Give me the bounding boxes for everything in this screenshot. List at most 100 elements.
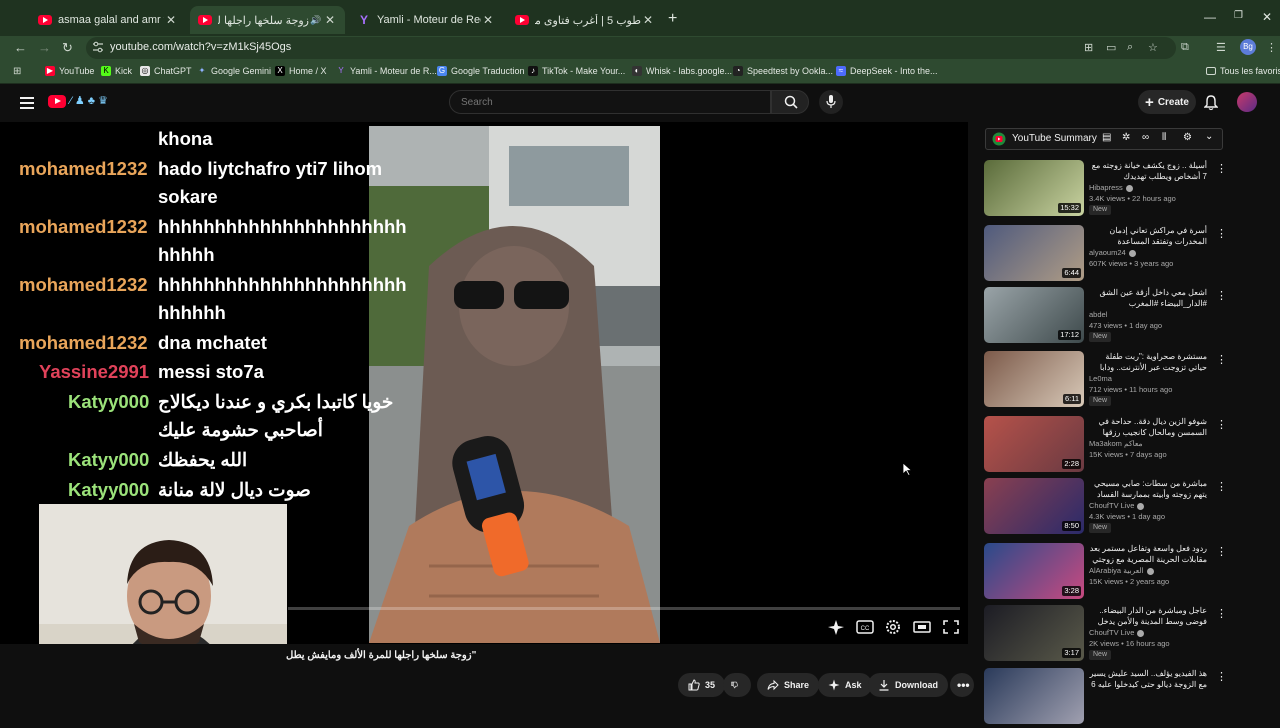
bookmark-youtube[interactable]: ▶ YouTube	[45, 66, 94, 76]
channel-name[interactable]: Hibapress	[1089, 183, 1133, 192]
theater-mode-icon[interactable]	[911, 618, 933, 636]
more-vertical-icon[interactable]: ⋮	[1216, 607, 1227, 620]
speaker-icon[interactable]: 🔊	[309, 15, 323, 26]
recommendation-item[interactable]: 2:28 شوفو الزين ديال دقة.. حداحة في السمس…	[984, 416, 1227, 476]
video-thumbnail[interactable]	[984, 668, 1084, 724]
video-thumbnail[interactable]: 3:17	[984, 605, 1084, 661]
settings-gear-icon[interactable]	[882, 618, 904, 636]
more-vertical-icon[interactable]: ⋮	[1216, 545, 1227, 558]
sparkle-icon[interactable]	[825, 618, 847, 636]
zoom-icon[interactable]: ⌕	[1127, 41, 1133, 54]
create-button[interactable]: + Create	[1138, 90, 1196, 114]
bookmark-whisk[interactable]: ◐ Whisk - labs.google...	[632, 66, 732, 76]
bookmark-star-icon[interactable]: ☆	[1148, 41, 1158, 54]
channel-name[interactable]: Ma3akom معاكم	[1089, 439, 1143, 448]
recommendation-title[interactable]: هذ الفيديو يؤلف.. السيد عليش يسير مع الز…	[1089, 668, 1207, 690]
recommendation-item[interactable]: 17:12 اشعل معي داخل أزقة عين الشق #الدار_…	[984, 287, 1227, 347]
profile-avatar[interactable]: Bg	[1240, 39, 1256, 55]
settings-gear-icon[interactable]: ⚙	[1183, 132, 1192, 143]
video-thumbnail[interactable]: 6:44	[984, 225, 1084, 281]
search-button[interactable]	[771, 90, 809, 114]
more-actions-button[interactable]: •••	[950, 673, 974, 697]
video-player[interactable]: khona mohamed1232 hado liytchafro yti7 l…	[0, 122, 968, 644]
fullscreen-icon[interactable]	[940, 618, 962, 636]
chevron-down-icon[interactable]: ⌄	[1205, 131, 1213, 142]
video-thumbnail[interactable]: 2:28	[984, 416, 1084, 472]
link-icon[interactable]: ∞	[1142, 132, 1149, 143]
channel-name[interactable]: alyaoum24	[1089, 248, 1136, 257]
recommendation-item[interactable]: 6:44 أسرة في مراكش تعاني إدمان المخدرات و…	[984, 225, 1227, 285]
browser-tab[interactable]: asmaa galal and amr youssef - ✕	[30, 6, 186, 34]
account-avatar[interactable]	[1237, 92, 1257, 112]
more-vertical-icon[interactable]: ⋮	[1216, 480, 1227, 493]
youtube-summary-extension-bar[interactable]: YouTube Summary ▤ ✲ ∞ ⫴ ⚙ ⌄	[985, 128, 1223, 150]
dislike-button[interactable]	[723, 673, 751, 697]
search-input[interactable]	[449, 90, 771, 114]
tab-search-icon[interactable]: ☰	[1216, 41, 1226, 54]
bookmark-google-translate[interactable]: G Google Traduction	[437, 66, 525, 76]
close-icon[interactable]: ✕	[641, 13, 655, 27]
channel-name[interactable]: ChoufTV Live	[1089, 628, 1145, 637]
video-thumbnail[interactable]: 3:28	[984, 543, 1084, 599]
restore-icon[interactable]: ❐	[1234, 10, 1243, 21]
youtube-logo[interactable]	[48, 95, 66, 108]
video-thumbnail[interactable]: 15:32	[984, 160, 1084, 216]
minimize-icon[interactable]: —	[1204, 10, 1216, 24]
doodle-logo[interactable]: ⁄ ♟ ♣ ♛	[70, 94, 108, 107]
bookmark-deepseek[interactable]: ≈ DeepSeek - Into the...	[836, 66, 938, 76]
recommendation-title[interactable]: مستشرة صحراوية :"ربت طفلة حياتي تزوجت عب…	[1089, 351, 1207, 373]
url-text[interactable]: youtube.com/watch?v=zM1kSj45Ogs	[110, 41, 291, 53]
close-icon[interactable]: ✕	[323, 13, 337, 27]
recommendation-item[interactable]: 8:50 مباشرة من سطات: صابي مسيحي يتهم زوجت…	[984, 478, 1227, 538]
openai-icon[interactable]: ✲	[1122, 132, 1130, 143]
recommendation-title[interactable]: أسيلة .. زوج يكشف خيانة زوجته مع 7 أشخاص…	[1089, 160, 1207, 182]
channel-name[interactable]: AlArabiya العربية	[1089, 566, 1154, 575]
recommendation-item[interactable]: 3:28 ردود فعل واسعة وتفاعل مستمر بعد مقاب…	[984, 543, 1227, 603]
more-vertical-icon[interactable]: ⋮	[1216, 418, 1227, 431]
bookmark-tiktok[interactable]: ♪ TikTok - Make Your...	[528, 66, 625, 76]
menu-icon[interactable]	[20, 97, 34, 112]
menu-dots-icon[interactable]: ⋮	[1266, 41, 1277, 54]
browser-tab[interactable]: طوب 5 | أغرب فتاوى مغربية 😂 🤣 ✕	[507, 6, 663, 34]
recommendation-title[interactable]: اشعل معي داخل أزقة عين الشق #الدار_البيض…	[1089, 287, 1207, 309]
bookmark-yamli[interactable]: Y Yamli - Moteur de R...	[336, 66, 437, 76]
channel-name[interactable]: Le0ma	[1089, 374, 1112, 383]
bookmark-speedtest[interactable]: ◔ Speedtest by Ookla...	[733, 66, 833, 76]
bookmark-gemini[interactable]: ✦ Google Gemini	[197, 66, 271, 76]
recommendation-title[interactable]: عاجل ومباشرة من الدار البيضاء.. فوضى وسط…	[1089, 605, 1207, 627]
channel-name[interactable]: abdel	[1089, 310, 1107, 319]
browser-tab[interactable]: Y Yamli - Moteur de Recherche A ✕	[349, 6, 503, 34]
recommendation-title[interactable]: مباشرة من سطات: صابي مسيحي يتهم زوجته وأ…	[1089, 478, 1207, 500]
share-button[interactable]: Share	[757, 673, 820, 697]
browser-tab-active[interactable]: زوجة سلخها راجلها للمرة الألف 🔊 ✕	[190, 6, 345, 34]
close-icon[interactable]: ✕	[164, 13, 178, 27]
voice-search-button[interactable]	[819, 90, 843, 114]
more-vertical-icon[interactable]: ⋮	[1216, 162, 1227, 175]
bookmark-kick[interactable]: K Kick	[101, 66, 132, 76]
subtitles-icon[interactable]: CC	[854, 618, 876, 636]
apps-grid-icon[interactable]: ⊞	[13, 66, 21, 77]
close-window-icon[interactable]: ✕	[1262, 10, 1272, 24]
progress-bar[interactable]	[288, 607, 960, 610]
transcript-icon[interactable]: ▤	[1102, 132, 1111, 143]
extensions-icon[interactable]: ⧉	[1181, 41, 1189, 54]
video-thumbnail[interactable]: 6:11	[984, 351, 1084, 407]
all-bookmarks[interactable]: Tous les favoris	[1206, 66, 1280, 76]
more-vertical-icon[interactable]: ⋮	[1216, 353, 1227, 366]
site-info-icon[interactable]	[92, 41, 104, 53]
ask-button[interactable]: Ask	[818, 673, 872, 697]
video-thumbnail[interactable]: 17:12	[984, 287, 1084, 343]
recommendation-title[interactable]: شوفو الزين ديال دقة.. حداحة في السمسن وم…	[1089, 416, 1207, 438]
recommendation-item[interactable]: 6:11 مستشرة صحراوية :"ربت طفلة حياتي تزوج…	[984, 351, 1227, 411]
recommendation-item[interactable]: 3:17 عاجل ومباشرة من الدار البيضاء.. فوضى…	[984, 605, 1227, 665]
more-vertical-icon[interactable]: ⋮	[1216, 670, 1227, 683]
bookmark-x[interactable]: X Home / X	[275, 66, 327, 76]
back-icon[interactable]: ←	[14, 40, 27, 55]
more-vertical-icon[interactable]: ⋮	[1216, 227, 1227, 240]
like-button[interactable]: 35	[678, 673, 726, 697]
recommendation-title[interactable]: أسرة في مراكش تعاني إدمان المخدرات وتفتق…	[1089, 225, 1207, 247]
new-tab-icon[interactable]: +	[668, 10, 677, 28]
video-thumbnail[interactable]: 8:50	[984, 478, 1084, 534]
cast-icon[interactable]: ▭	[1106, 41, 1116, 54]
close-icon[interactable]: ✕	[481, 13, 495, 27]
